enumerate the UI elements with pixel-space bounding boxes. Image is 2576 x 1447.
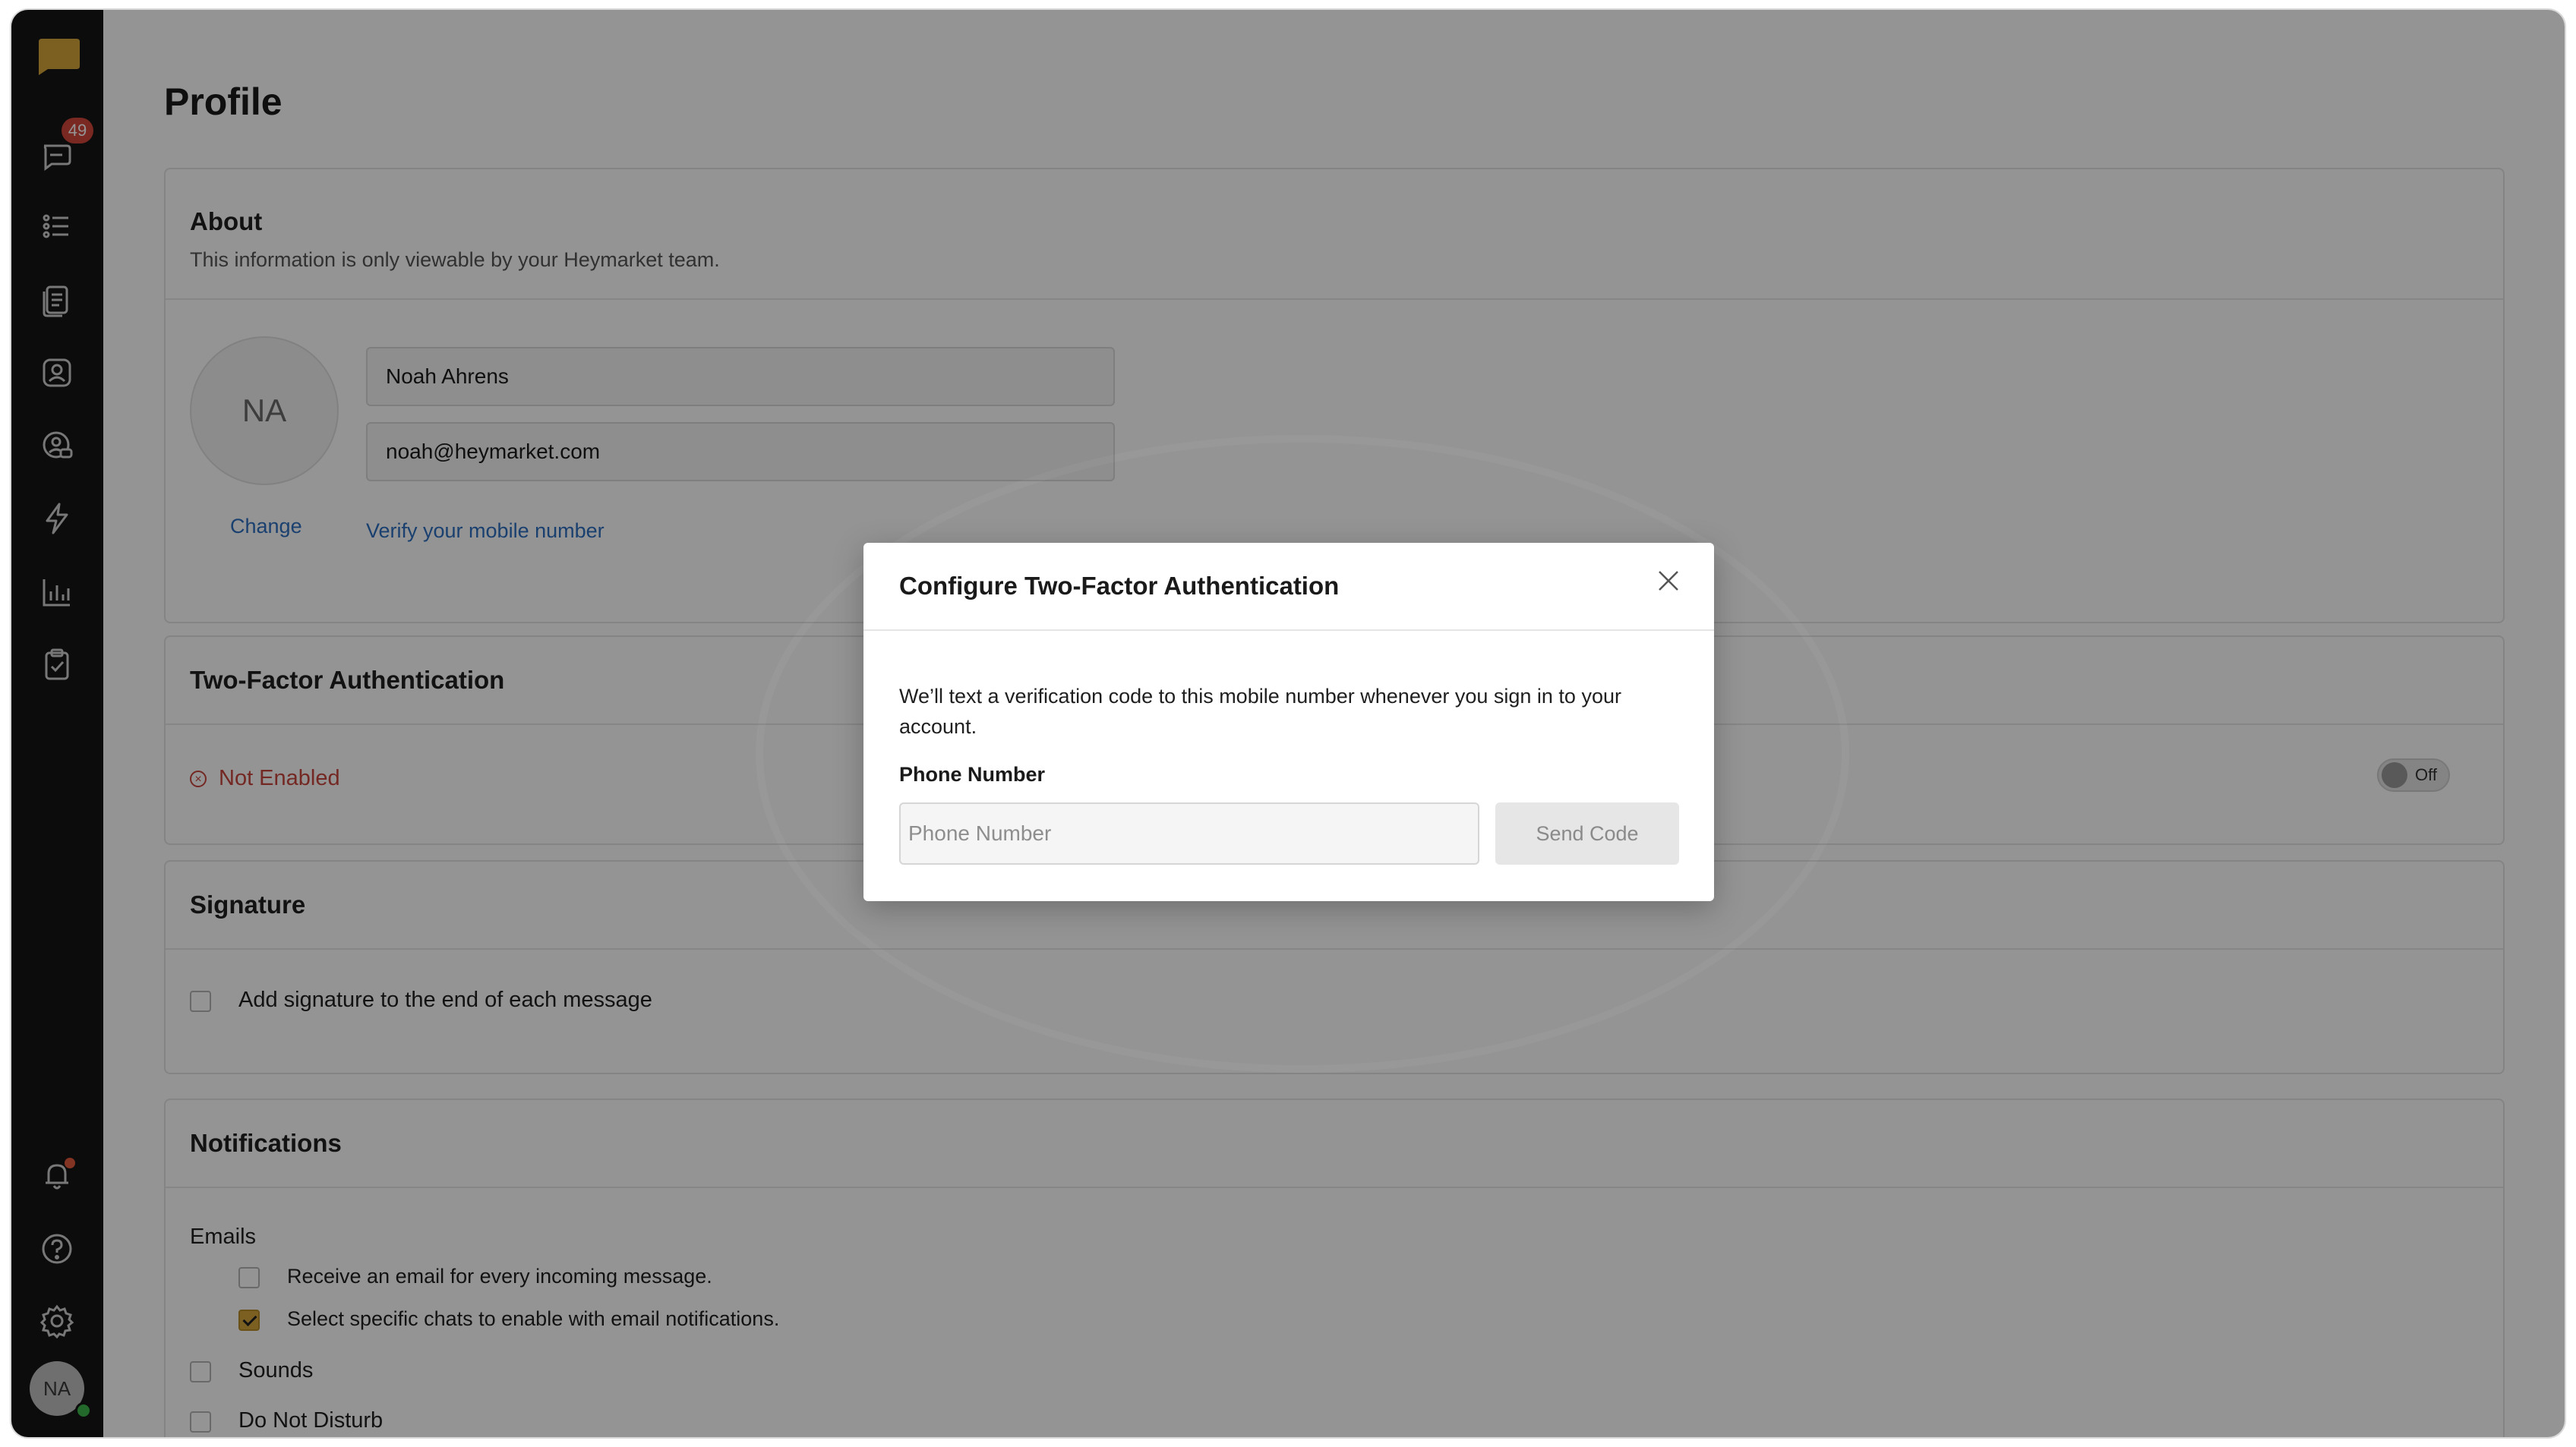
phone-number-input[interactable]	[899, 802, 1479, 865]
phone-number-label: Phone Number	[899, 763, 1046, 786]
two-factor-modal: Configure Two-Factor Authentication We’l…	[863, 543, 1714, 901]
close-icon[interactable]	[1650, 563, 1687, 599]
modal-header: Configure Two-Factor Authentication	[863, 543, 1714, 631]
send-code-button[interactable]: Send Code	[1495, 802, 1679, 865]
modal-title: Configure Two-Factor Authentication	[899, 572, 1340, 600]
modal-description: We’ll text a verification code to this m…	[899, 685, 1621, 738]
